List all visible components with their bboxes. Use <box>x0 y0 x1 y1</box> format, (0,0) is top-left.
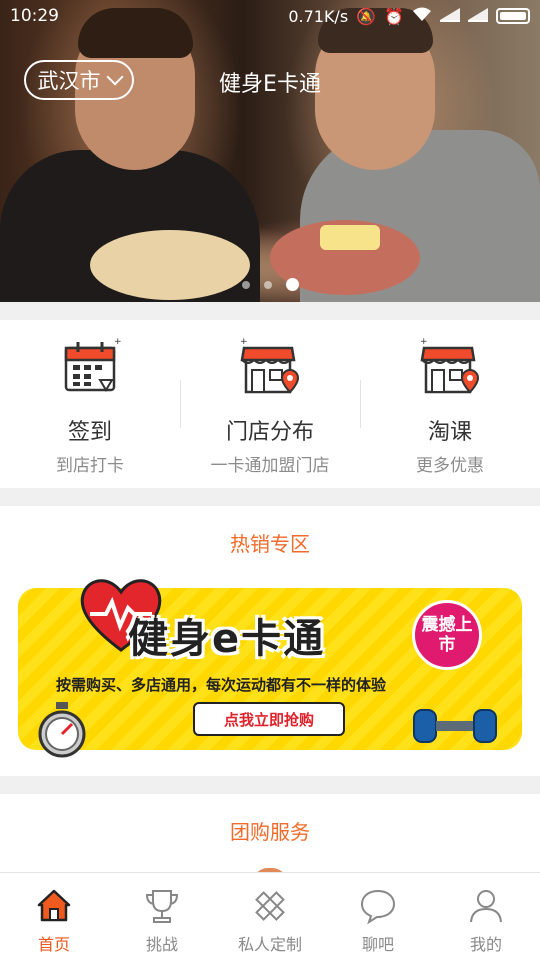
alarm-icon: ⏰ <box>384 6 404 26</box>
carousel-dot-active[interactable] <box>285 278 299 291</box>
tab-chat-label: 聊吧 <box>361 935 394 954</box>
carousel-dot[interactable] <box>263 280 272 289</box>
carousel-dot[interactable] <box>241 280 250 289</box>
tab-home[interactable]: 首页 <box>0 873 108 960</box>
courses-entry[interactable]: + 淘课 更多优惠 <box>360 320 540 488</box>
chat-bubble-icon <box>360 889 396 925</box>
status-right: 0.71K/s 🔕 ⏰ <box>288 6 530 26</box>
carousel-indicator <box>0 278 540 291</box>
courses-sub: 更多优惠 <box>416 456 484 476</box>
hero-carousel[interactable]: 10:29 0.71K/s 🔕 ⏰ 武汉市 健身E卡通 <box>0 0 540 302</box>
status-time: 10:29 <box>10 6 59 26</box>
buy-now-button[interactable]: 点我立即抢购 <box>193 702 345 736</box>
mute-icon: 🔕 <box>356 6 377 26</box>
pencil-ruler-icon <box>255 891 285 921</box>
group-section-title: 团购服务 <box>230 820 310 844</box>
tab-mine[interactable]: 我的 <box>432 873 540 960</box>
svg-text:+: + <box>420 337 428 347</box>
user-icon <box>470 890 502 923</box>
store-location-icon: + <box>420 337 480 394</box>
store-map-label: 门店分布 <box>225 420 314 445</box>
signal-icon <box>468 8 488 22</box>
tab-home-label: 首页 <box>37 935 70 954</box>
group-buy-section: 团购服务 <box>0 794 540 884</box>
divider <box>180 380 181 428</box>
checkin-sub: 到店打卡 <box>56 456 124 476</box>
tab-mine-label: 我的 <box>469 935 502 954</box>
tab-chat[interactable]: 聊吧 <box>324 873 432 960</box>
banner-badge: 震撼上市 <box>412 600 482 670</box>
dumbbell-icon <box>413 709 497 743</box>
store-map-sub: 一卡通加盟门店 <box>210 456 330 476</box>
banner-title: 健身e卡通 <box>128 616 326 662</box>
tab-challenge-label: 挑战 <box>145 935 178 954</box>
hot-sales-section: 热销专区 健身e卡通 震撼上市 按需购买、多店通用，每次运动都有不一样的体验 点… <box>0 506 540 776</box>
hot-section-title: 热销专区 <box>230 532 310 556</box>
status-bar: 10:29 0.71K/s 🔕 ⏰ <box>0 0 540 32</box>
hero-photo-part <box>320 225 380 250</box>
calendar-checkin-icon: + <box>64 337 122 392</box>
net-speed: 0.71K/s <box>288 6 349 26</box>
battery-icon <box>496 8 530 24</box>
home-icon <box>37 889 71 922</box>
tab-challenge[interactable]: 挑战 <box>108 873 216 960</box>
divider <box>360 380 361 428</box>
stopwatch-icon <box>38 702 86 758</box>
tab-custom-label: 私人定制 <box>237 935 302 954</box>
svg-text:+: + <box>240 337 248 347</box>
courses-label: 淘课 <box>427 420 472 445</box>
signal-icon <box>440 8 460 22</box>
app-title: 健身E卡通 <box>219 72 321 97</box>
bottom-tab-bar: 首页 挑战 私人定制 聊吧 我的 <box>0 872 540 960</box>
svg-text:+: + <box>114 337 122 347</box>
store-map-entry[interactable]: + 门店分布 一卡通加盟门店 <box>180 320 360 488</box>
checkin-label: 签到 <box>67 420 112 445</box>
quick-entry-panel: + 签到 到店打卡 + 门店分布 一卡通加盟门店 + 淘课 更多优惠 <box>0 320 540 488</box>
store-location-icon: + <box>240 337 300 394</box>
wifi-icon <box>412 6 432 26</box>
checkin-entry[interactable]: + 签到 到店打卡 <box>0 320 180 488</box>
tab-custom[interactable]: 私人定制 <box>216 873 324 960</box>
trophy-icon <box>145 890 179 923</box>
promo-banner[interactable]: 健身e卡通 震撼上市 按需购买、多店通用，每次运动都有不一样的体验 点我立即抢购 <box>18 579 522 758</box>
banner-subtitle: 按需购买、多店通用，每次运动都有不一样的体验 <box>56 676 387 694</box>
